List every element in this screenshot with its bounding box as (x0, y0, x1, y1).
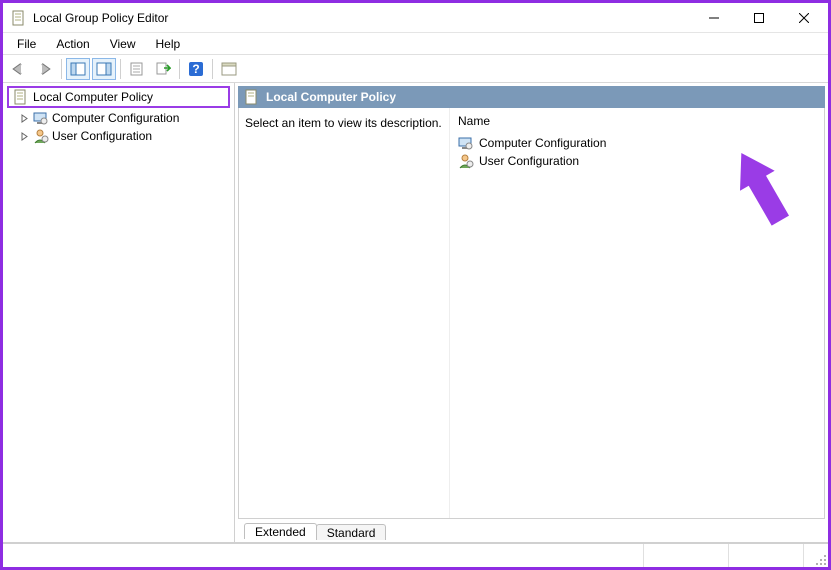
policy-icon (244, 89, 260, 105)
minimize-button[interactable] (691, 4, 736, 32)
status-cell (3, 544, 644, 567)
resize-grip[interactable] (804, 544, 828, 567)
toolbar-separator (179, 59, 180, 79)
toolbar-separator (61, 59, 62, 79)
list-item-user-config[interactable]: User Configuration (456, 152, 818, 170)
list-column: Name Computer Configuration User Configu… (449, 108, 824, 518)
forward-button[interactable] (33, 58, 57, 80)
menu-action[interactable]: Action (46, 35, 99, 53)
toolbar-separator (212, 59, 213, 79)
detail-body: Select an item to view its description. … (238, 108, 825, 519)
computer-icon (458, 135, 474, 151)
expand-icon[interactable] (19, 113, 30, 124)
detail-header: Local Computer Policy (238, 86, 825, 108)
tabs-strip: Extended Standard (238, 519, 825, 539)
export-list-button[interactable] (151, 58, 175, 80)
window-title: Local Group Policy Editor (33, 11, 691, 25)
tab-standard[interactable]: Standard (316, 524, 387, 540)
window-controls (691, 4, 826, 32)
policy-icon (13, 89, 29, 105)
menubar: File Action View Help (3, 33, 828, 55)
detail-pane: Local Computer Policy Select an item to … (235, 83, 828, 542)
maximize-button[interactable] (736, 4, 781, 32)
back-button[interactable] (7, 58, 31, 80)
expand-icon[interactable] (19, 131, 30, 142)
titlebar: Local Group Policy Editor (3, 3, 828, 33)
menu-help[interactable]: Help (146, 35, 191, 53)
close-button[interactable] (781, 4, 826, 32)
description-text: Select an item to view its description. (245, 116, 442, 130)
filter-button[interactable] (217, 58, 241, 80)
menu-view[interactable]: View (100, 35, 146, 53)
description-column: Select an item to view its description. (239, 108, 449, 518)
status-cell (644, 544, 729, 567)
detail-heading-text: Local Computer Policy (266, 90, 396, 104)
list-item-computer-config[interactable]: Computer Configuration (456, 134, 818, 152)
computer-icon (33, 110, 49, 126)
tree-node-user-config[interactable]: User Configuration (17, 127, 234, 145)
user-icon (33, 128, 49, 144)
workspace: Local Computer Policy Computer Configura… (3, 83, 828, 543)
app-icon (11, 10, 27, 26)
user-icon (458, 153, 474, 169)
tree-pane[interactable]: Local Computer Policy Computer Configura… (3, 83, 235, 542)
help-button[interactable]: ? (184, 58, 208, 80)
toolbar: ? (3, 55, 828, 83)
show-hide-action-button[interactable] (92, 58, 116, 80)
toolbar-separator (120, 59, 121, 79)
show-hide-tree-button[interactable] (66, 58, 90, 80)
list-item-label: User Configuration (479, 154, 579, 168)
svg-text:?: ? (192, 62, 199, 76)
status-cell (729, 544, 804, 567)
menu-file[interactable]: File (7, 35, 46, 53)
tree-node-computer-config[interactable]: Computer Configuration (17, 109, 234, 127)
tree-node-label: User Configuration (52, 129, 152, 143)
tree-node-root[interactable]: Local Computer Policy (7, 86, 230, 108)
tab-extended[interactable]: Extended (244, 523, 317, 539)
column-header-name[interactable]: Name (456, 112, 818, 134)
list-item-label: Computer Configuration (479, 136, 606, 150)
statusbar (3, 543, 828, 567)
tree-node-label: Local Computer Policy (33, 90, 153, 104)
tree-node-label: Computer Configuration (52, 111, 179, 125)
properties-button[interactable] (125, 58, 149, 80)
app-window: Local Group Policy Editor File Action Vi… (0, 0, 831, 570)
